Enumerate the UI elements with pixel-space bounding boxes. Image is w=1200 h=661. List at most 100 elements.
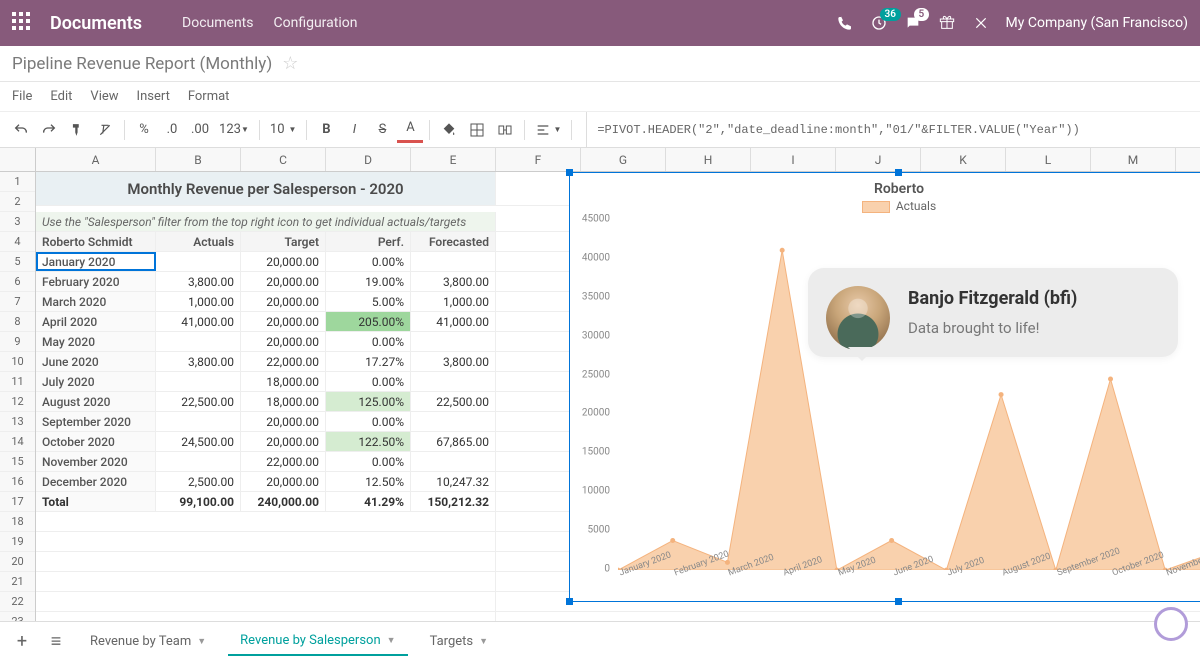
month-cell[interactable]: June 2020 <box>36 352 156 371</box>
col-header-L[interactable]: L <box>1006 148 1091 171</box>
menu-view[interactable]: View <box>90 89 118 104</box>
undo-icon[interactable] <box>8 117 34 143</box>
hdr-actuals[interactable]: Actuals <box>156 232 241 251</box>
row-header-4[interactable]: 4 <box>0 232 35 252</box>
total-target[interactable]: 240,000.00 <box>241 492 326 511</box>
perf-cell[interactable]: 0.00% <box>326 332 411 351</box>
perf-cell[interactable]: 12.50% <box>326 472 411 491</box>
sheet-tab-2[interactable]: Targets▼ <box>418 628 500 655</box>
hdr-forecast[interactable]: Forecasted <box>411 232 496 251</box>
chevron-down-icon[interactable]: ▼ <box>479 636 488 647</box>
sheet-title[interactable]: Monthly Revenue per Salesperson - 2020 <box>36 172 496 205</box>
forecast-cell[interactable]: 22,500.00 <box>411 392 496 411</box>
topmenu-configuration[interactable]: Configuration <box>274 15 358 31</box>
row-header-2[interactable]: 2 <box>0 192 35 212</box>
month-cell[interactable]: September 2020 <box>36 412 156 431</box>
hdr-perf[interactable]: Perf. <box>326 232 411 251</box>
month-cell[interactable]: July 2020 <box>36 372 156 391</box>
target-cell[interactable]: 20,000.00 <box>241 292 326 311</box>
chart[interactable]: Roberto Actuals 050001000015000200002500… <box>569 172 1200 602</box>
empty-cell[interactable] <box>36 532 496 551</box>
sheet-tab-1[interactable]: Revenue by Salesperson▼ <box>228 627 407 656</box>
col-header-D[interactable]: D <box>326 148 411 171</box>
empty-cell[interactable] <box>36 552 496 571</box>
row-header-20[interactable]: 20 <box>0 552 35 572</box>
row-header-1[interactable]: 1 <box>0 172 35 192</box>
perf-cell[interactable]: 0.00% <box>326 412 411 431</box>
italic-button[interactable]: I <box>341 117 367 143</box>
col-header-E[interactable]: E <box>411 148 496 171</box>
fill-color-icon[interactable] <box>436 117 462 143</box>
perf-cell[interactable]: 0.00% <box>326 452 411 471</box>
forecast-cell[interactable]: 67,865.00 <box>411 432 496 451</box>
perf-cell[interactable]: 19.00% <box>326 272 411 291</box>
merge-icon[interactable] <box>492 117 518 143</box>
percent-button[interactable]: % <box>131 117 157 143</box>
bold-button[interactable]: B <box>313 117 339 143</box>
col-header-F[interactable]: F <box>496 148 581 171</box>
month-cell[interactable]: April 2020 <box>36 312 156 331</box>
actuals-cell[interactable]: 22,500.00 <box>156 392 241 411</box>
forecast-cell[interactable] <box>411 332 496 351</box>
target-cell[interactable]: 22,000.00 <box>241 452 326 471</box>
decimal-dec-button[interactable]: .0 <box>159 117 185 143</box>
menu-edit[interactable]: Edit <box>50 89 72 104</box>
forecast-cell[interactable]: 41,000.00 <box>411 312 496 331</box>
perf-cell[interactable]: 125.00% <box>326 392 411 411</box>
row-header-17[interactable]: 17 <box>0 492 35 512</box>
close-icon[interactable] <box>972 14 990 32</box>
strike-button[interactable]: S <box>369 117 395 143</box>
target-cell[interactable]: 20,000.00 <box>241 432 326 451</box>
perf-cell[interactable]: 0.00% <box>326 252 411 271</box>
actuals-cell[interactable]: 3,800.00 <box>156 352 241 371</box>
col-header-G[interactable]: G <box>581 148 666 171</box>
total-forecast[interactable]: 150,212.32 <box>411 492 496 511</box>
company-name[interactable]: My Company (San Francisco) <box>1006 15 1188 31</box>
row-header-13[interactable]: 13 <box>0 412 35 432</box>
phone-icon[interactable] <box>836 14 854 32</box>
salesperson-name[interactable]: Roberto Schmidt <box>36 232 156 251</box>
month-cell[interactable]: November 2020 <box>36 452 156 471</box>
perf-cell[interactable]: 122.50% <box>326 432 411 451</box>
topmenu-documents[interactable]: Documents <box>182 15 253 31</box>
forecast-cell[interactable]: 1,000.00 <box>411 292 496 311</box>
actuals-cell[interactable]: 24,500.00 <box>156 432 241 451</box>
row-header-8[interactable]: 8 <box>0 312 35 332</box>
row-header-16[interactable]: 16 <box>0 472 35 492</box>
empty-cell[interactable] <box>36 512 496 531</box>
forecast-cell[interactable] <box>411 412 496 431</box>
target-cell[interactable]: 20,000.00 <box>241 472 326 491</box>
empty-cell[interactable] <box>36 572 496 591</box>
actuals-cell[interactable]: 3,800.00 <box>156 272 241 291</box>
forecast-cell[interactable]: 10,247.32 <box>411 472 496 491</box>
clear-format-icon[interactable] <box>92 117 118 143</box>
actuals-cell[interactable]: 41,000.00 <box>156 312 241 331</box>
chart-handle-nw[interactable] <box>566 169 573 176</box>
forecast-cell[interactable] <box>411 452 496 471</box>
total-actuals[interactable]: 99,100.00 <box>156 492 241 511</box>
actuals-cell[interactable] <box>156 372 241 391</box>
sheet-list-button[interactable]: ≡ <box>44 630 68 654</box>
perf-cell[interactable]: 5.00% <box>326 292 411 311</box>
month-cell[interactable]: August 2020 <box>36 392 156 411</box>
gift-icon[interactable] <box>938 14 956 32</box>
align-icon[interactable]: ▼ <box>531 117 565 143</box>
instruction[interactable]: Use the "Salesperson" filter from the to… <box>36 212 496 231</box>
borders-icon[interactable] <box>464 117 490 143</box>
number-format-button[interactable]: 123 ▼ <box>215 117 253 143</box>
clock-icon[interactable]: 36 <box>870 14 888 32</box>
text-color-button[interactable]: A <box>397 117 423 143</box>
paint-format-icon[interactable] <box>64 117 90 143</box>
col-header-M[interactable]: M <box>1091 148 1176 171</box>
row-header-5[interactable]: 5 <box>0 252 35 272</box>
row-header-9[interactable]: 9 <box>0 332 35 352</box>
col-header-C[interactable]: C <box>241 148 326 171</box>
redo-icon[interactable] <box>36 117 62 143</box>
target-cell[interactable]: 20,000.00 <box>241 312 326 331</box>
favorite-star-icon[interactable]: ☆ <box>282 53 298 74</box>
chart-handle-n[interactable] <box>895 169 902 176</box>
forecast-cell[interactable]: 3,800.00 <box>411 352 496 371</box>
col-header-J[interactable]: J <box>836 148 921 171</box>
menu-format[interactable]: Format <box>188 89 230 104</box>
actuals-cell[interactable]: 2,500.00 <box>156 472 241 491</box>
